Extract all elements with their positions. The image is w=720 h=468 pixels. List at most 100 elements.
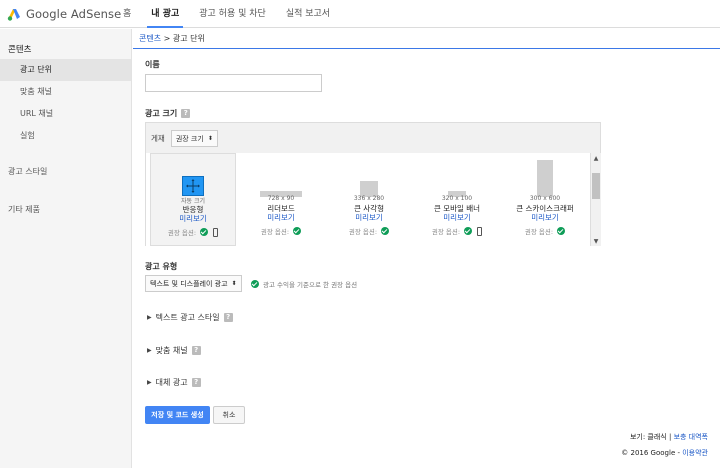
ad-size-option-large-skyscraper[interactable]: 300 x 600 큰 스카이스크래퍼 미리보기 권장 옵션: xyxy=(502,153,588,246)
size-filter-value: 권장 크기 xyxy=(175,134,204,143)
large-skyscraper-thumbnail xyxy=(537,160,553,197)
checkmark-icon xyxy=(293,227,302,235)
ad-size-option-responsive[interactable]: 자동 크기 반응형 미리보기 권장 옵션: xyxy=(150,153,236,246)
breadcrumb-separator: > xyxy=(161,34,173,43)
sidebar-header-content[interactable]: 콘텐츠 xyxy=(0,41,131,59)
expander-backup-ads[interactable]: ▶ 대체 광고? xyxy=(147,377,201,388)
view-current: 클래식 xyxy=(647,433,667,441)
triangle-right-icon: ▶ xyxy=(147,314,152,321)
adsense-logo[interactable]: Google AdSense xyxy=(6,4,121,24)
sidebar: 콘텐츠 광고 단위 맞춤 채널 URL 채널 실험 광고 스타일 기타 제품 xyxy=(0,29,132,468)
nav-home[interactable]: 홈 xyxy=(113,0,141,28)
expander-text-ad-style[interactable]: ▶ 텍스트 광고 스타일? xyxy=(147,312,233,323)
view-prefix: 보기: xyxy=(629,433,648,441)
nav-allow-block-ads[interactable]: 광고 허용 및 차단 xyxy=(189,0,276,28)
ad-size-option-large-rectangle[interactable]: 336 x 280 큰 사각형 미리보기 권장 옵션: xyxy=(326,153,412,246)
ad-size-scrollbar[interactable]: ▲ ▼ xyxy=(590,153,601,246)
recommended-label: 권장 옵션: xyxy=(524,228,554,236)
checkmark-icon xyxy=(200,228,209,236)
ad-size-label-text: 광고 크기 xyxy=(145,109,178,118)
breadcrumb-current: 광고 단위 xyxy=(172,34,205,43)
ad-size-recommended: 권장 옵션: xyxy=(326,226,412,236)
scroll-up-arrow-icon[interactable]: ▲ xyxy=(591,155,601,162)
ad-size-preview-link[interactable]: 미리보기 xyxy=(151,213,235,224)
help-icon[interactable]: ? xyxy=(223,313,233,322)
ad-type-note-text: 광고 수익을 기준으로 한 권장 옵션 xyxy=(263,281,358,289)
ad-size-thumb-wrap xyxy=(414,157,500,197)
checkmark-icon xyxy=(557,227,566,235)
expander-custom-channels[interactable]: ▶ 맞춤 채널? xyxy=(147,345,201,356)
ad-size-label: 광고 크기? xyxy=(145,108,191,119)
expander-label: 텍스트 광고 스타일 xyxy=(155,313,220,322)
expander-label: 대체 광고 xyxy=(155,378,188,387)
view-switcher: 보기: 클래식 | 보충 대역폭 xyxy=(630,432,708,442)
triangle-right-icon: ▶ xyxy=(147,347,152,354)
recommended-label: 권장 옵션: xyxy=(260,228,290,236)
top-nav: 홈 내 광고 광고 허용 및 차단 실적 보고서 xyxy=(113,0,340,28)
name-input[interactable] xyxy=(145,74,322,92)
ad-size-thumb-wrap xyxy=(326,157,412,197)
ad-type-note: 광고 수익을 기준으로 한 권장 옵션 xyxy=(251,279,357,289)
help-icon[interactable]: ? xyxy=(191,378,201,387)
help-icon[interactable]: ? xyxy=(191,346,201,355)
ad-size-dims: 728 x 90 xyxy=(267,195,295,202)
size-filter-label: 게재 xyxy=(151,134,165,143)
save-and-get-code-button[interactable]: 저장 및 코드 생성 xyxy=(145,406,210,424)
mobile-phone-icon xyxy=(477,226,483,236)
sidebar-section-other-products[interactable]: 기타 제품 xyxy=(0,199,131,221)
ad-size-list: 자동 크기 반응형 미리보기 권장 옵션: 728 x 90 리더보드 미리보기… xyxy=(146,153,601,246)
checkmark-icon xyxy=(381,227,390,235)
triangle-right-icon: ▶ xyxy=(147,379,152,386)
ad-size-thumb-wrap xyxy=(238,157,324,197)
breadcrumb: 콘텐츠 > 광고 단위 xyxy=(133,29,720,49)
size-filter-select[interactable]: 권장 크기 ⬍ xyxy=(170,130,218,147)
ad-size-dims: 336 x 280 xyxy=(353,195,385,202)
ad-size-preview-link[interactable]: 미리보기 xyxy=(238,212,324,223)
terms-link[interactable]: 이용약관 xyxy=(682,449,708,457)
ad-size-dims: 320 x 100 xyxy=(441,195,473,202)
footer-copyright: © 2016 Google - 이용약관 xyxy=(621,448,708,458)
ad-size-thumb-wrap xyxy=(502,157,588,197)
sidebar-item-custom-channels[interactable]: 맞춤 채널 xyxy=(0,81,131,103)
checkmark-icon xyxy=(251,280,259,288)
view-alt-link[interactable]: 보충 대역폭 xyxy=(674,433,708,441)
cancel-button[interactable]: 취소 xyxy=(213,406,245,424)
brand-name: Google AdSense xyxy=(26,7,122,21)
sidebar-item-ad-units[interactable]: 광고 단위 xyxy=(0,59,131,81)
recommended-label: 권장 옵션: xyxy=(431,228,461,236)
scrollbar-thumb[interactable] xyxy=(592,173,600,199)
sidebar-item-url-channels[interactable]: URL 채널 xyxy=(0,103,131,125)
sidebar-section-ad-styles[interactable]: 광고 스타일 xyxy=(0,161,131,183)
nav-my-ads[interactable]: 내 광고 xyxy=(141,0,189,28)
ad-size-preview-link[interactable]: 미리보기 xyxy=(326,212,412,223)
ad-size-recommended: 권장 옵션: xyxy=(414,226,500,236)
ad-type-value: 텍스트 및 디스플레이 광고 xyxy=(150,279,228,288)
top-bar: Google AdSense 홈 내 광고 광고 허용 및 차단 실적 보고서 xyxy=(0,0,720,28)
ad-size-recommended: 권장 옵션: xyxy=(502,226,588,236)
sidebar-item-experiments[interactable]: 실험 xyxy=(0,125,131,147)
up-down-arrow-icon: ⬍ xyxy=(207,135,213,142)
ad-size-recommended: 권장 옵션: xyxy=(151,227,235,237)
recommended-label: 권장 옵션: xyxy=(167,229,197,237)
copyright-text: © 2016 Google xyxy=(621,449,676,457)
size-filter: 게재 권장 크기 ⬍ xyxy=(151,130,218,147)
ad-size-preview-link[interactable]: 미리보기 xyxy=(502,212,588,223)
view-separator: | xyxy=(666,433,674,441)
ad-size-option-leaderboard[interactable]: 728 x 90 리더보드 미리보기 권장 옵션: xyxy=(238,153,324,246)
help-icon[interactable]: ? xyxy=(181,109,191,118)
up-down-arrow-icon: ⬍ xyxy=(231,280,237,287)
adsense-logo-icon xyxy=(6,6,22,22)
ad-size-preview-link[interactable]: 미리보기 xyxy=(414,212,500,223)
ad-size-panel: 게재 권장 크기 ⬍ 자동 크기 반응형 미리보기 권장 옵션: 728 x 9… xyxy=(145,122,601,246)
recommended-label: 권장 옵션: xyxy=(348,228,378,236)
scroll-down-arrow-icon[interactable]: ▼ xyxy=(591,238,601,245)
ad-size-option-large-mobile-banner[interactable]: 320 x 100 큰 모바일 배너 미리보기 권장 옵션: xyxy=(414,153,500,246)
ad-unit-form: 이름 광고 크기? 게재 권장 크기 ⬍ 자동 크기 반응형 미리보기 권장 옵… xyxy=(133,50,720,468)
ad-type-select[interactable]: 텍스트 및 디스플레이 광고 ⬍ xyxy=(145,275,242,292)
breadcrumb-content-link[interactable]: 콘텐츠 xyxy=(139,34,161,43)
checkmark-icon xyxy=(464,227,473,235)
expander-label: 맞춤 채널 xyxy=(155,346,188,355)
name-label: 이름 xyxy=(145,60,160,69)
nav-performance-reports[interactable]: 실적 보고서 xyxy=(276,0,340,28)
ad-size-thumb-wrap xyxy=(151,158,235,198)
